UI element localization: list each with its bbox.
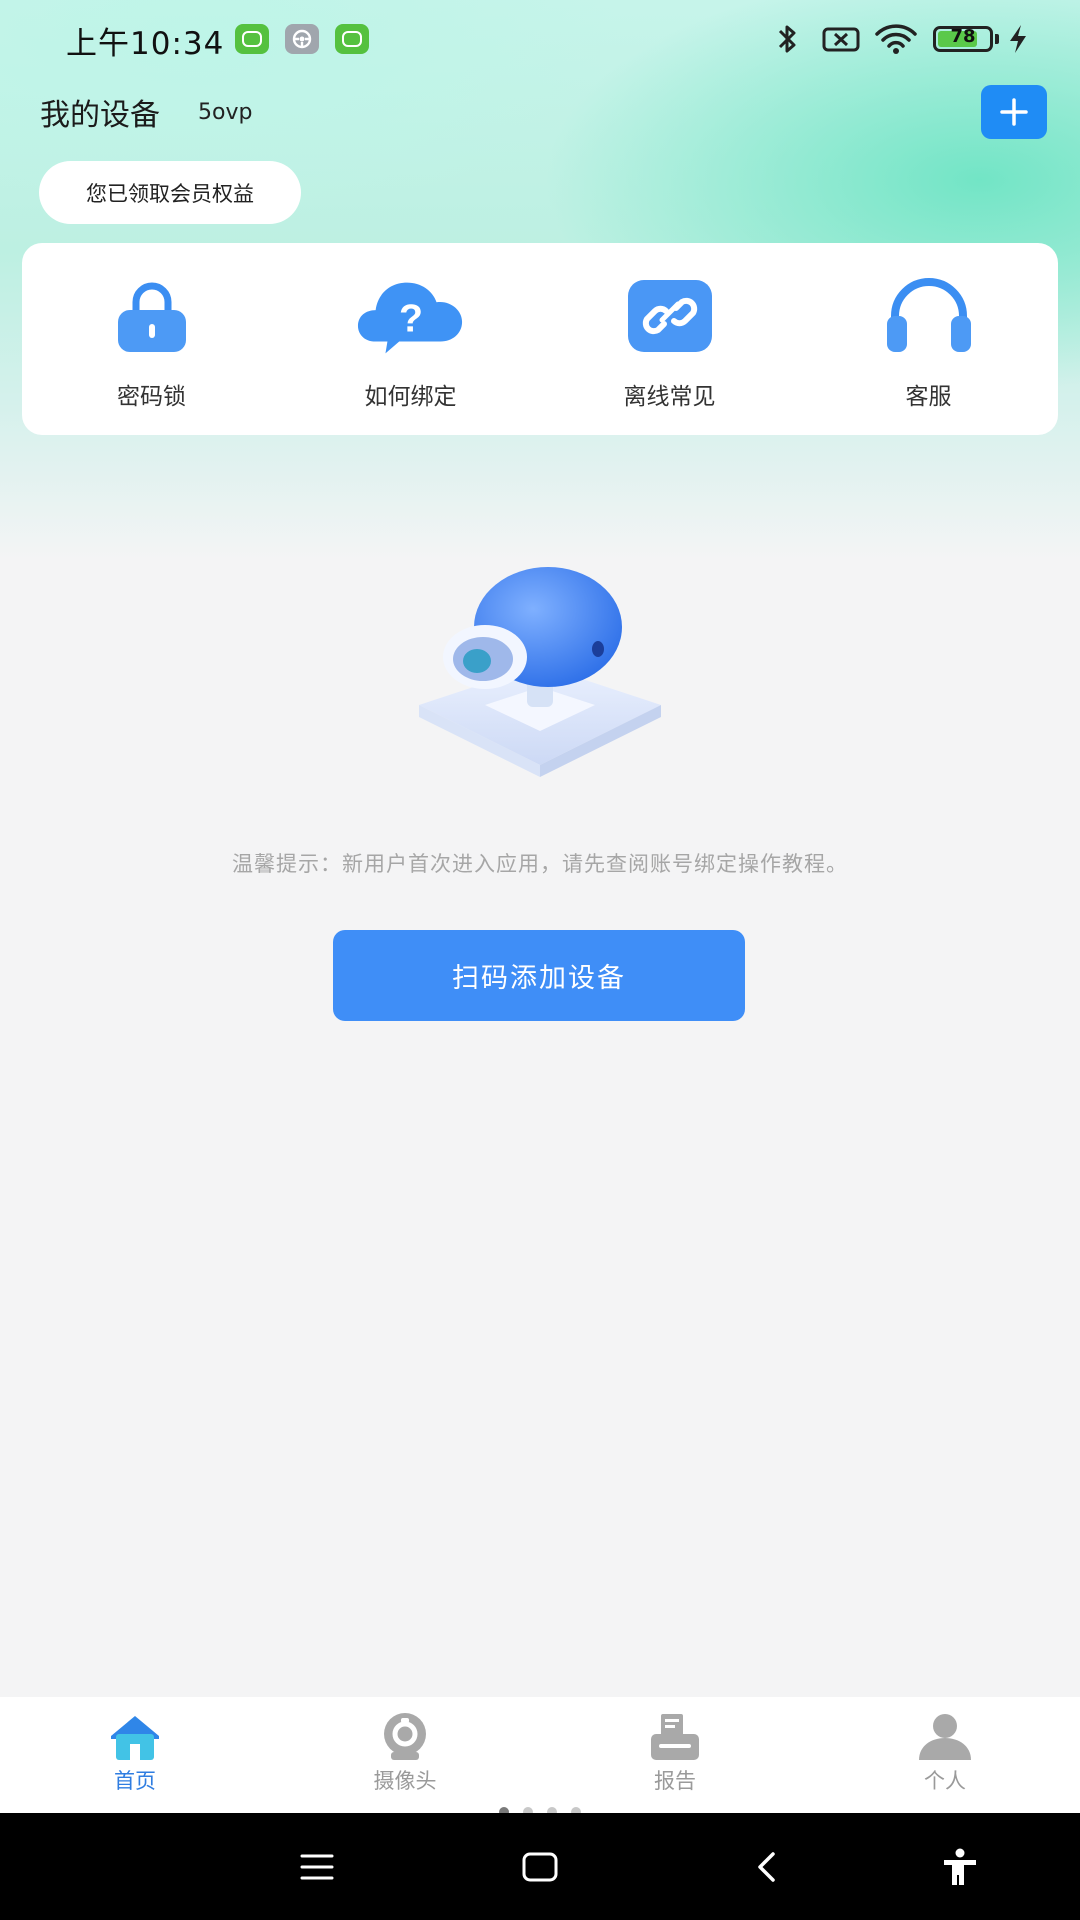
- bluetooth-icon: [774, 22, 800, 56]
- steering-wheel-icon: [285, 24, 319, 54]
- status-bar: 上午10:34 78: [0, 0, 1080, 78]
- svg-text:?: ?: [399, 297, 423, 341]
- nav-label: 报告: [654, 1769, 696, 1793]
- home-icon: [105, 1711, 165, 1763]
- report-icon: [645, 1711, 705, 1763]
- headset-icon: [874, 273, 984, 359]
- quick-action-how-to-bind[interactable]: ? 如何绑定: [281, 243, 540, 435]
- add-device-button[interactable]: [981, 85, 1047, 139]
- menu-icon[interactable]: [293, 1843, 341, 1891]
- quick-action-customer-service[interactable]: 客服: [799, 243, 1058, 435]
- onboarding-hint: 温馨提示：新用户首次进入应用，请先查阅账号绑定操作教程。: [232, 852, 848, 876]
- quick-action-password-lock[interactable]: 密码锁: [22, 243, 281, 435]
- nav-tab-report[interactable]: 报告: [540, 1697, 810, 1813]
- system-nav-bar: [0, 1813, 1080, 1920]
- no-sim-icon: [822, 22, 860, 56]
- battery-level: 78: [950, 26, 976, 47]
- nav-label: 首页: [114, 1769, 156, 1793]
- battery-cap: [995, 34, 999, 44]
- charging-icon: [1006, 22, 1030, 56]
- accessibility-icon[interactable]: [936, 1843, 984, 1891]
- app-notification-icon: [335, 24, 369, 54]
- quick-action-label: 离线常见: [623, 384, 716, 410]
- scan-add-device-button[interactable]: 扫码添加设备: [333, 930, 745, 1021]
- app-notification-icon: [235, 24, 269, 54]
- quick-action-label: 如何绑定: [364, 384, 457, 410]
- page-title: 我的设备: [40, 98, 160, 133]
- back-icon[interactable]: [743, 1843, 791, 1891]
- nav-tab-home[interactable]: 首页: [0, 1697, 270, 1813]
- link-icon: [615, 273, 725, 359]
- status-time: 上午10:34: [66, 26, 225, 62]
- member-benefit-pill[interactable]: 您已领取会员权益: [39, 161, 301, 224]
- quick-actions-card: 密码锁 ? 如何绑定 离线常见 客服: [22, 243, 1058, 435]
- plus-icon: [1000, 98, 1028, 126]
- quick-action-label: 密码锁: [117, 384, 186, 410]
- nav-tab-camera[interactable]: 摄像头: [270, 1697, 540, 1813]
- bottom-nav: 首页 摄像头 报告 个人: [0, 1697, 1080, 1813]
- person-icon: [915, 1711, 975, 1763]
- question-bubble-icon: ?: [356, 273, 466, 359]
- quick-action-offline-faq[interactable]: 离线常见: [540, 243, 799, 435]
- page-subtitle: 5ovp: [198, 100, 253, 125]
- wifi-icon: [874, 22, 918, 56]
- home-square-icon[interactable]: [516, 1843, 564, 1891]
- nav-tab-profile[interactable]: 个人: [810, 1697, 1080, 1813]
- nav-label: 个人: [924, 1769, 966, 1793]
- camera-illustration: [405, 565, 675, 790]
- nav-label: 摄像头: [373, 1769, 437, 1793]
- camera-icon: [375, 1711, 435, 1763]
- lock-icon: [97, 273, 207, 359]
- battery-icon: 78: [933, 26, 993, 52]
- quick-action-label: 客服: [905, 384, 952, 410]
